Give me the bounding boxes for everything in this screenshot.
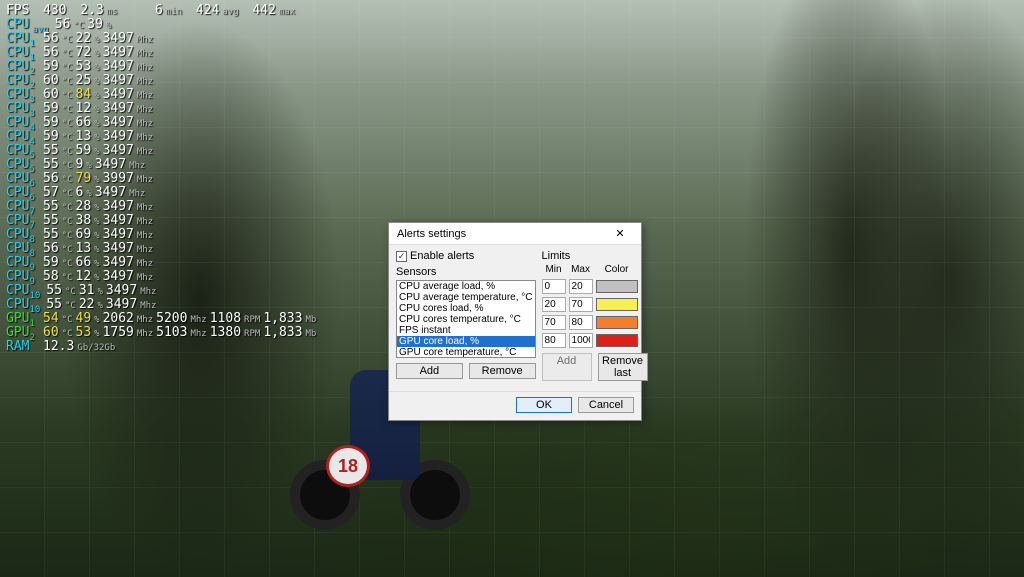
limit-color-swatch[interactable] bbox=[596, 316, 638, 329]
add-button[interactable]: Add bbox=[396, 363, 463, 379]
limit-min-input[interactable] bbox=[542, 279, 566, 294]
ok-button[interactable]: OK bbox=[516, 397, 572, 413]
sensor-list-item[interactable]: GPU core load, % bbox=[397, 336, 535, 347]
cpu-core-row: CPU459°C 13% 3497Mhz bbox=[6, 130, 319, 144]
cpu-core-row: CPU359°C 12% 3497Mhz bbox=[6, 102, 319, 116]
limit-min-input[interactable] bbox=[542, 315, 566, 330]
cpu-core-row: CPU459°C 66% 3497Mhz bbox=[6, 116, 319, 130]
sensor-list-item[interactable]: GPU core temperature, °C bbox=[397, 347, 535, 358]
sensors-listbox[interactable]: CPU average load, %CPU average temperatu… bbox=[396, 280, 536, 358]
limit-max-input[interactable] bbox=[569, 279, 593, 294]
limit-color-swatch[interactable] bbox=[596, 280, 638, 293]
cancel-button[interactable]: Cancel bbox=[578, 397, 634, 413]
performance-overlay: FPS 430 2.3ms 6min 424avg 442max CPUavg … bbox=[6, 4, 319, 354]
gpu-row: GPU154°C 49% 2062Mhz 5200Mhz 1108RPM 1,8… bbox=[6, 312, 319, 326]
limits-label: Limits bbox=[542, 250, 648, 262]
cpu-core-row: CPU657°C 6% 3497Mhz bbox=[6, 186, 319, 200]
sensor-list-item[interactable]: CPU cores temperature, °C bbox=[397, 314, 535, 325]
fps-row: FPS 430 2.3ms 6min 424avg 442max bbox=[6, 4, 319, 18]
limit-max-input[interactable] bbox=[569, 333, 593, 348]
cpu-core-row: CPU958°C 12% 3497Mhz bbox=[6, 270, 319, 284]
bike-number-plate: 18 bbox=[326, 445, 370, 487]
alerts-settings-dialog: Alerts settings ✕ ✓ Enable alerts Sensor… bbox=[388, 222, 642, 421]
limit-min-input[interactable] bbox=[542, 297, 566, 312]
close-icon[interactable]: ✕ bbox=[605, 227, 635, 240]
cpu-core-row: CPU555°C 9% 3497Mhz bbox=[6, 158, 319, 172]
sensors-label: Sensors bbox=[396, 266, 536, 278]
cpu-core-row: CPU755°C 28% 3497Mhz bbox=[6, 200, 319, 214]
cpu-core-row: CPU360°C 84% 3497Mhz bbox=[6, 88, 319, 102]
cpu-core-row: CPU755°C 38% 3497Mhz bbox=[6, 214, 319, 228]
dialog-title: Alerts settings bbox=[397, 228, 466, 240]
sensor-list-item[interactable]: CPU cores load, % bbox=[397, 303, 535, 314]
cpu-core-row: CPU656°C 79% 3997Mhz bbox=[6, 172, 319, 186]
limit-color-swatch[interactable] bbox=[596, 298, 638, 311]
cpu-core-row: CPU260°C 25% 3497Mhz bbox=[6, 74, 319, 88]
cpu-core-row: CPU156°C 22% 3497Mhz bbox=[6, 32, 319, 46]
limit-min-input[interactable] bbox=[542, 333, 566, 348]
gpu-row: GPU260°C 53% 1759Mhz 5103Mhz 1380RPM 1,8… bbox=[6, 326, 319, 340]
limit-max-input[interactable] bbox=[569, 315, 593, 330]
cpu-core-row: CPU1055°C 31% 3497Mhz bbox=[6, 284, 319, 298]
limits-grid: Min Max Color bbox=[542, 264, 648, 348]
sensor-list-item[interactable]: FPS instant bbox=[397, 325, 535, 336]
cpu-core-row: CPU156°C 72% 3497Mhz bbox=[6, 46, 319, 60]
cpu-avg-row: CPUavg 56°C 39% bbox=[6, 18, 319, 32]
cpu-core-row: CPU855°C 69% 3497Mhz bbox=[6, 228, 319, 242]
cpu-core-row: CPU259°C 53% 3497Mhz bbox=[6, 60, 319, 74]
sensor-list-item[interactable]: CPU average load, % bbox=[397, 281, 535, 292]
cpu-core-row: CPU959°C 66% 3497Mhz bbox=[6, 256, 319, 270]
remove-last-button[interactable]: Remove last bbox=[598, 353, 648, 381]
checkbox-icon: ✓ bbox=[396, 251, 407, 262]
cpu-core-row: CPU555°C 59% 3497Mhz bbox=[6, 144, 319, 158]
limit-max-input[interactable] bbox=[569, 297, 593, 312]
add-limit-button[interactable]: Add bbox=[542, 353, 592, 381]
limit-color-swatch[interactable] bbox=[596, 334, 638, 347]
cpu-core-row: CPU1055°C 22% 3497Mhz bbox=[6, 298, 319, 312]
cpu-core-row: CPU856°C 13% 3497Mhz bbox=[6, 242, 319, 256]
sensor-list-item[interactable]: CPU average temperature, °C bbox=[397, 292, 535, 303]
dialog-titlebar[interactable]: Alerts settings ✕ bbox=[389, 223, 641, 245]
ram-row: RAM 12.3 Gb/32Gb bbox=[6, 340, 319, 354]
remove-button[interactable]: Remove bbox=[469, 363, 536, 379]
enable-alerts-checkbox[interactable]: ✓ Enable alerts bbox=[396, 250, 536, 262]
